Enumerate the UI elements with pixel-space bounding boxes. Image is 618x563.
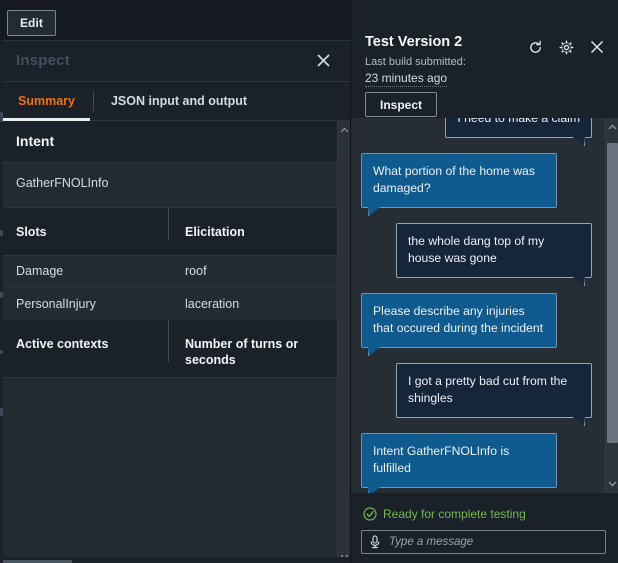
edit-button[interactable]: Edit (7, 10, 56, 36)
test-window-actions (526, 38, 606, 56)
left-gutter (0, 40, 3, 563)
tab-json-input-and-output[interactable]: JSON input and output (93, 82, 265, 120)
app-root: Edit Inspect Summary JSON input and outp… (0, 0, 618, 563)
check-circle-icon (363, 507, 377, 521)
test-window: Test Version 2 Last build submitted: 23 … (350, 0, 618, 563)
refresh-icon[interactable] (526, 38, 544, 56)
chevron-up-icon[interactable] (606, 120, 618, 134)
horizontal-scrollbar[interactable] (0, 557, 350, 563)
chat-messages: I need to make a claim What portion of t… (351, 118, 602, 493)
list-item: What portion of the home was damaged? (351, 153, 602, 208)
gutter-mark (0, 350, 3, 354)
message-input-placeholder[interactable]: Type a message (389, 536, 473, 548)
list-item: I need to make a claim (351, 118, 602, 138)
chat-bubble-bot: Please describe any injuries that occure… (361, 293, 557, 348)
chat-transcript: I need to make a claim What portion of t… (351, 118, 618, 493)
contexts-table-header: Active contexts Number of turns or secon… (0, 320, 350, 378)
microphone-icon[interactable] (369, 534, 383, 550)
intent-value: GatherFNOLInfo (0, 163, 350, 208)
settings-icon[interactable] (557, 38, 575, 56)
list-item: I got a pretty bad cut from the shingles (351, 363, 602, 418)
list-item: Intent GatherFNOLInfo is fulfilled (351, 433, 602, 488)
last-build-label: Last build submitted: (365, 56, 466, 68)
table-row: PersonalInjury laceration (0, 287, 350, 320)
chevron-down-icon[interactable] (606, 477, 618, 491)
inspect-panel-header: Inspect (0, 41, 350, 82)
close-icon[interactable] (588, 38, 606, 56)
inspect-tabs: Summary JSON input and output (0, 82, 350, 121)
test-window-header: Test Version 2 Last build submitted: 23 … (351, 0, 618, 118)
test-window-title: Test Version 2 (365, 34, 462, 50)
slot-name: PersonalInjury (0, 297, 168, 311)
gutter-mark (0, 408, 3, 416)
chat-bubble-user: the whole dang top of my house was gone (396, 223, 592, 278)
slot-value: roof (168, 264, 350, 278)
slots-column-header: Slots (0, 208, 168, 240)
chat-bubble-user: I need to make a claim (445, 118, 592, 138)
test-window-footer: Ready for complete testing Type a messag… (351, 493, 618, 563)
scrollbar-thumb[interactable] (607, 143, 618, 443)
chat-bubble-user: I got a pretty bad cut from the shingles (396, 363, 592, 418)
inspect-panel-scrollbar[interactable] (337, 121, 350, 563)
slot-value: laceration (168, 297, 350, 311)
tab-summary[interactable]: Summary (0, 82, 93, 120)
list-item: the whole dang top of my house was gone (351, 223, 602, 278)
inspect-content: Intent GatherFNOLInfo Slots Elicitation … (0, 121, 350, 563)
status-text: Ready for complete testing (383, 507, 526, 521)
intent-section-heading: Intent (0, 121, 350, 163)
gutter-mark (0, 230, 3, 236)
inspect-button[interactable]: Inspect (365, 92, 437, 117)
console-toolbar: Edit (0, 0, 350, 40)
chevron-up-icon[interactable] (338, 123, 350, 136)
slots-table-header: Slots Elicitation (0, 208, 350, 256)
gutter-mark (0, 112, 3, 122)
gutter-mark (0, 292, 3, 298)
chat-scrollbar[interactable] (605, 118, 618, 493)
message-input-wrapper[interactable]: Type a message (361, 530, 606, 554)
table-row: Damage roof (0, 256, 350, 287)
chat-bubble-bot: What portion of the home was damaged? (361, 153, 557, 208)
inspect-panel: Inspect Summary JSON input and output In… (0, 40, 350, 563)
empty-content-area (0, 378, 350, 563)
elicitation-column-header: Elicitation (168, 208, 350, 240)
turns-or-seconds-column-header: Number of turns or seconds (168, 320, 350, 362)
active-contexts-column-header: Active contexts (0, 320, 168, 352)
status-badge: Ready for complete testing (363, 507, 526, 521)
last-build-time: 23 minutes ago (365, 71, 447, 87)
tab-summary-label: Summary (18, 94, 75, 108)
list-item: Please describe any injuries that occure… (351, 293, 602, 348)
chat-bubble-bot: Intent GatherFNOLInfo is fulfilled (361, 433, 557, 488)
inspect-panel-title: Inspect (16, 52, 70, 69)
tab-json-label: JSON input and output (111, 94, 247, 108)
slot-name: Damage (0, 264, 168, 278)
close-icon[interactable] (313, 50, 333, 70)
